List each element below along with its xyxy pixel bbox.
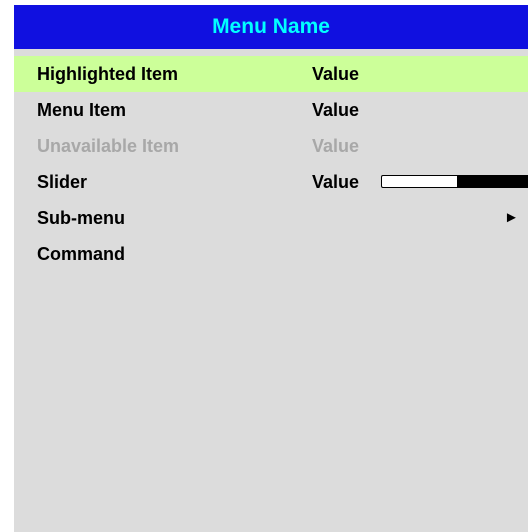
menu-item-value: Value: [312, 64, 360, 84]
menu-item-unavailable: Unavailable Item Value: [14, 128, 528, 164]
triangle-right-icon: ►: [504, 209, 519, 226]
menu-item-menu-item[interactable]: Menu Item Value: [14, 92, 528, 128]
menu-item-label: Sub-menu: [37, 208, 125, 228]
menu-item-submenu[interactable]: Sub-menu ►: [14, 200, 528, 236]
slider-fill: [457, 175, 528, 188]
menu-item-highlighted[interactable]: Highlighted Item Value: [14, 56, 528, 92]
menu-item-value: Value: [312, 136, 360, 156]
menu-item-slider[interactable]: Slider Value: [14, 164, 528, 200]
menu-item-label: Unavailable Item: [37, 136, 180, 156]
menu-item-value: Value: [312, 100, 360, 120]
osd-menu: Menu Name Highlighted Item Value Menu It…: [14, 5, 528, 532]
menu-item-command[interactable]: Command: [14, 236, 528, 272]
menu-item-label: Command: [37, 244, 126, 264]
menu-title: Menu Name: [212, 15, 330, 38]
menu-item-label: Slider: [37, 172, 88, 192]
menu-item-label: Highlighted Item: [37, 64, 178, 84]
menu-item-value: Value: [312, 172, 360, 192]
menu-item-label: Menu Item: [37, 100, 127, 120]
menu-title-bar: Menu Name: [14, 5, 528, 49]
